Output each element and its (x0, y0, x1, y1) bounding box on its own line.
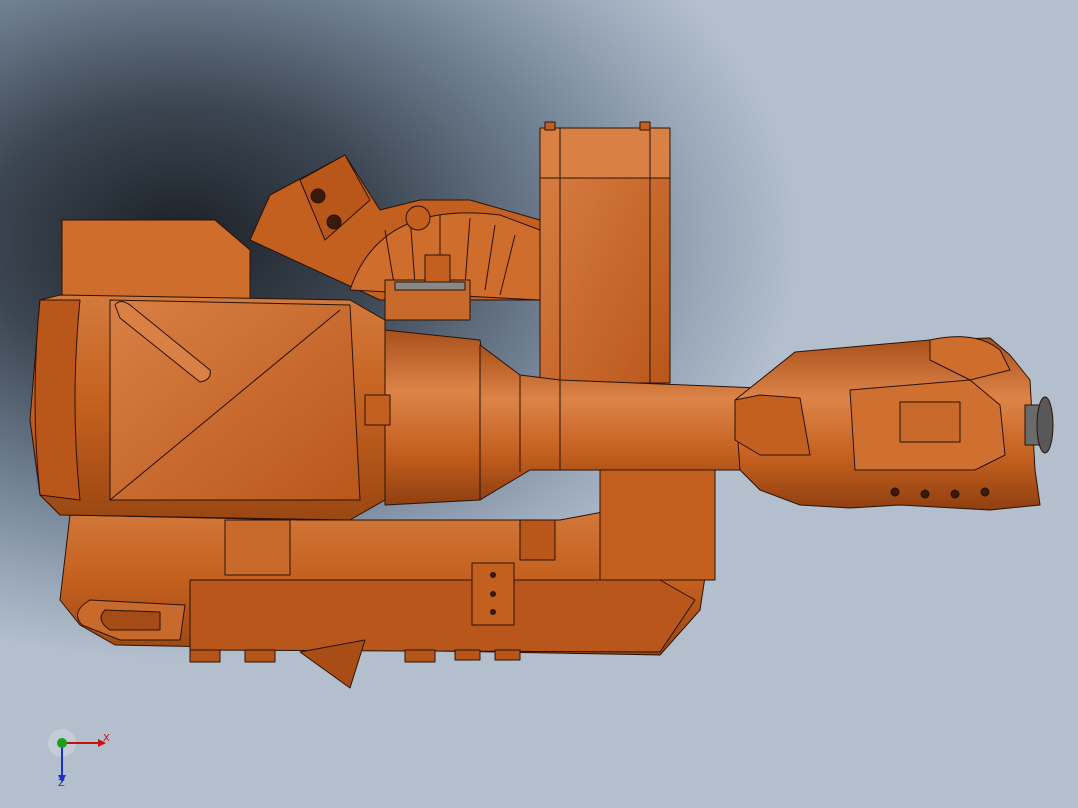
cad-viewport[interactable]: X Z (0, 0, 1078, 808)
base-front-rail (189, 579, 696, 653)
shoulder-joint (384, 329, 488, 506)
motor-housing (61, 219, 251, 301)
robot-arm-model[interactable] (0, 0, 1078, 808)
x-axis-label: X (103, 733, 110, 744)
z-axis-label: Z (58, 778, 65, 789)
